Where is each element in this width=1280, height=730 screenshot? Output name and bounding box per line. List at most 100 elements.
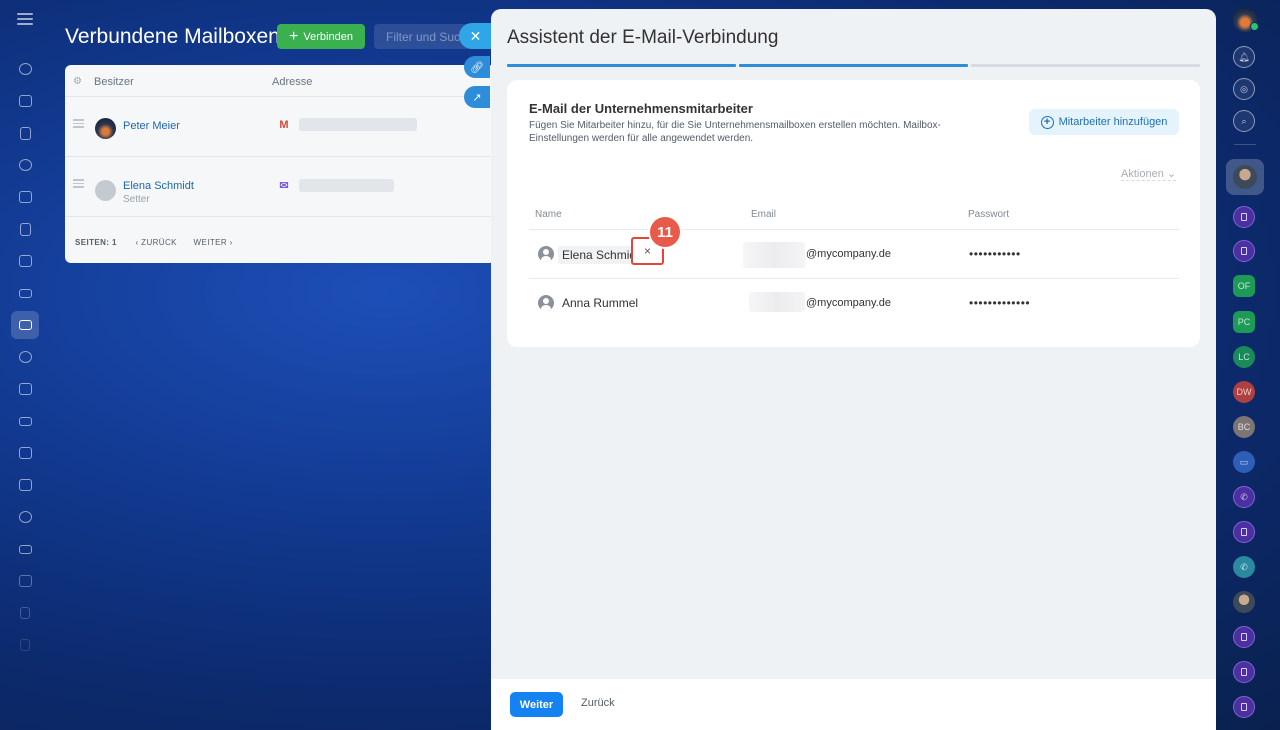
pagination: SEITEN: 1 ‹ ZURÜCK WEITER ›	[75, 238, 233, 247]
connect-button[interactable]: + Verbinden	[277, 24, 365, 49]
owner-name[interactable]: Elena Schmidt	[123, 180, 194, 192]
chat-book-icon[interactable]	[1233, 240, 1255, 262]
chat-icon[interactable]	[13, 89, 37, 113]
group-chat-icon[interactable]: ▭	[1233, 451, 1255, 473]
documents-icon[interactable]	[13, 217, 37, 241]
right-sidebar: 🔔︎ ◎ ⌕ OF PC LC DW BC ▭ ✆ ✆	[1216, 0, 1280, 730]
plus-icon: +	[289, 27, 299, 45]
avatar-initials[interactable]: DW	[1233, 381, 1255, 403]
drag-handle-icon[interactable]	[73, 119, 84, 130]
pencil-icon[interactable]	[13, 601, 37, 625]
notifications-icon[interactable]: 🔔︎	[1233, 46, 1255, 68]
chat-book-icon[interactable]	[1233, 661, 1255, 683]
chat-book-icon[interactable]	[1233, 626, 1255, 648]
back-button[interactable]: Zurück	[581, 697, 615, 709]
feed-icon[interactable]	[13, 121, 37, 145]
external-link-icon: ↗	[472, 91, 482, 104]
email-domain: @mycompany.de	[806, 248, 891, 260]
drive-icon[interactable]	[13, 281, 37, 305]
avatar	[95, 180, 116, 201]
avatar-initials[interactable]: OF	[1233, 275, 1255, 297]
add-employee-button[interactable]: + Mitarbeiter hinzufügen	[1029, 109, 1179, 135]
avatar-initials[interactable]: PC	[1233, 311, 1255, 333]
step-1	[507, 64, 736, 67]
plus-circle-icon: +	[1040, 115, 1054, 129]
avatar-initials[interactable]: LC	[1233, 346, 1255, 368]
mail-icon: ✉	[279, 180, 289, 192]
prev-page-link[interactable]: ‹ ZURÜCK	[135, 238, 176, 247]
user-icon	[538, 246, 554, 262]
col-owner: Besitzer	[94, 76, 134, 88]
groups-icon[interactable]	[13, 153, 37, 177]
password-field[interactable]: •••••••••••	[969, 247, 1021, 261]
phone-icon[interactable]: ✆	[1233, 486, 1255, 508]
contacts-icon[interactable]	[13, 345, 37, 369]
more-icon[interactable]	[13, 633, 37, 657]
link-icon: 🔗︎	[470, 61, 484, 74]
catalog-icon[interactable]	[13, 473, 37, 497]
activity-icon[interactable]	[13, 57, 37, 81]
menu-icon[interactable]	[17, 13, 33, 25]
cart-icon[interactable]	[13, 537, 37, 561]
employees-card: E-Mail der Unternehmensmitarbeiter Fügen…	[507, 80, 1200, 347]
radar-icon[interactable]: ◎	[1233, 78, 1255, 100]
avatar	[95, 118, 116, 139]
left-sidebar	[0, 0, 50, 730]
avatar-initials[interactable]: BC	[1233, 416, 1255, 438]
email-local-blurred[interactable]	[743, 242, 805, 268]
copy-link-button[interactable]: 🔗︎	[464, 56, 490, 78]
wizard-footer: Weiter Zurück	[491, 679, 1216, 730]
close-slider-button[interactable]: ✕	[459, 23, 492, 49]
sign-icon[interactable]	[13, 569, 37, 593]
col-name: Name	[535, 209, 562, 220]
email-domain: @mycompany.de	[806, 297, 891, 309]
funnel-icon[interactable]	[13, 409, 37, 433]
contact-avatar[interactable]	[1233, 591, 1255, 613]
actions-label: Aktionen	[1121, 168, 1164, 180]
contact-avatar[interactable]	[1233, 165, 1257, 189]
owner-name[interactable]: Peter Meier	[123, 120, 180, 132]
address-blurred	[299, 179, 394, 192]
step-2	[739, 64, 968, 67]
next-button[interactable]: Weiter	[510, 692, 563, 717]
phone-icon[interactable]: ✆	[1233, 556, 1255, 578]
search-chat-icon[interactable]: ⌕	[1233, 110, 1255, 132]
chat-book-icon[interactable]	[1233, 206, 1255, 228]
close-icon: ×	[643, 244, 651, 258]
actions-dropdown[interactable]: Aktionen ⌄	[1121, 167, 1177, 181]
online-status-icon	[1250, 22, 1259, 31]
next-label: WEITER	[193, 238, 228, 247]
target-icon[interactable]	[13, 505, 37, 529]
wizard-title: Assistent der E-Mail-Verbindung	[507, 27, 779, 48]
page-number[interactable]: 1	[112, 238, 117, 247]
table-row[interactable]: Peter Meier M	[65, 97, 495, 157]
table-row[interactable]: Elena Schmidt Setter ✉	[65, 157, 495, 217]
owner-role: Setter	[123, 194, 150, 205]
card-description: Fügen Sie Mitarbeiter hinzu, für die Sie…	[529, 120, 941, 144]
board-icon[interactable]	[13, 249, 37, 273]
pages-label: SEITEN:	[75, 238, 110, 247]
chat-book-icon[interactable]	[1233, 521, 1255, 543]
chat-book-icon[interactable]	[1233, 696, 1255, 718]
password-field[interactable]: •••••••••••••	[969, 296, 1030, 310]
email-local-blurred[interactable]	[749, 292, 805, 312]
col-email: Email	[751, 209, 777, 220]
open-new-window-button[interactable]: ↗	[464, 86, 490, 108]
wizard-progress	[507, 64, 1200, 67]
next-page-link[interactable]: WEITER ›	[194, 238, 233, 247]
connect-button-label: Verbinden	[303, 30, 353, 43]
user-icon	[538, 295, 554, 311]
planner-icon[interactable]	[13, 441, 37, 465]
drag-handle-icon[interactable]	[73, 179, 84, 190]
tasks-icon[interactable]	[13, 377, 37, 401]
calendar-icon[interactable]	[13, 185, 37, 209]
close-icon: ✕	[469, 27, 482, 44]
employee-name[interactable]: Anna Rummel	[562, 296, 638, 310]
gmail-icon: M	[279, 119, 289, 131]
email-wizard-slider: Assistent der E-Mail-Verbindung E-Mail d…	[491, 9, 1216, 730]
header-divider	[529, 229, 1179, 230]
card-title: E-Mail der Unternehmensmitarbeiter	[529, 101, 753, 116]
settings-gear-icon[interactable]: ⚙	[73, 76, 82, 87]
chevron-down-icon: ⌄	[1166, 168, 1177, 180]
mail-icon[interactable]	[11, 311, 39, 339]
